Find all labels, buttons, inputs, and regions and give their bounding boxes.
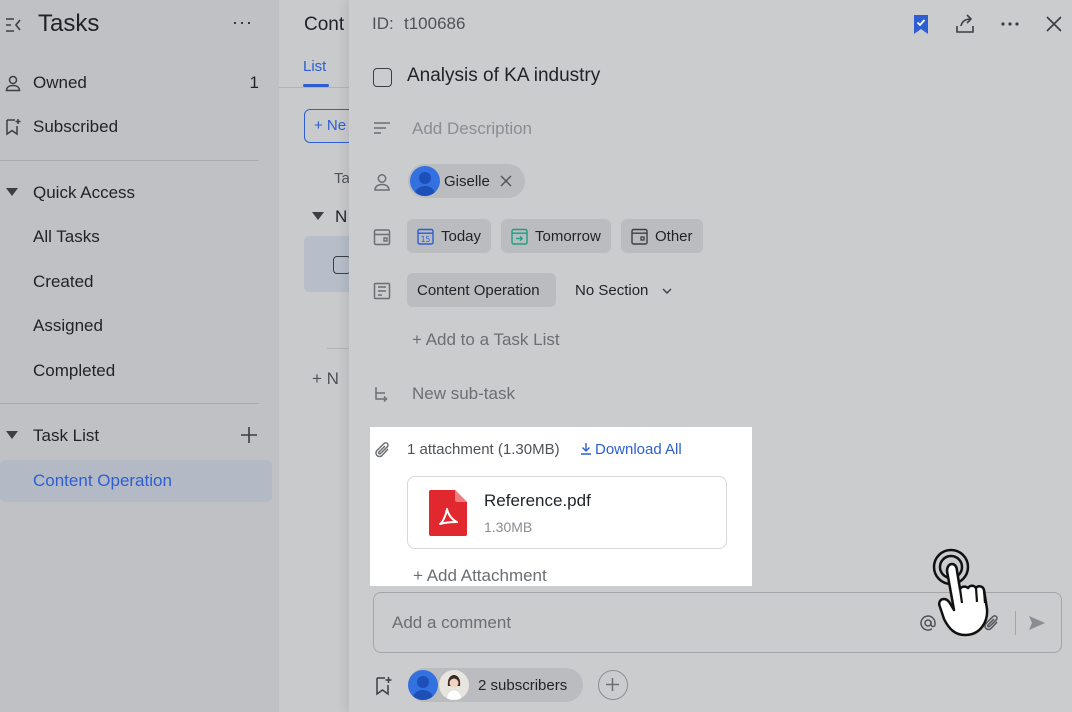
section-select[interactable]: No Section bbox=[575, 282, 648, 299]
sidebar-item-created[interactable]: Created bbox=[0, 262, 272, 302]
attachment-count: 1 attachment (1.30MB) bbox=[407, 441, 560, 458]
task-id: t100686 bbox=[404, 14, 466, 33]
subscribers-count: 2 subscribers bbox=[478, 677, 568, 694]
more-icon[interactable]: ··· bbox=[232, 12, 256, 36]
task-title[interactable]: Analysis of KA industry bbox=[407, 65, 600, 87]
sidebar: Tasks ··· Owned 1 Subscribed Quick Acces… bbox=[0, 0, 279, 712]
date-label: Other bbox=[655, 227, 693, 245]
description-icon bbox=[374, 122, 390, 134]
send-icon[interactable] bbox=[1027, 613, 1047, 633]
divider bbox=[279, 87, 349, 88]
person-icon bbox=[374, 174, 390, 191]
date-tomorrow-button[interactable]: Tomorrow bbox=[501, 219, 611, 253]
description-field[interactable]: Add Description bbox=[412, 119, 532, 139]
attachments-section: 1 attachment (1.30MB) Download All Refer… bbox=[370, 427, 752, 586]
divider bbox=[0, 160, 259, 161]
divider bbox=[327, 348, 349, 349]
close-icon[interactable] bbox=[1042, 12, 1066, 36]
group-label: N bbox=[335, 207, 348, 226]
calendar-next-icon bbox=[511, 228, 528, 245]
avatar bbox=[410, 166, 440, 196]
column-header: Ta bbox=[334, 170, 349, 187]
add-to-tasklist-button[interactable]: + Add to a Task List bbox=[412, 330, 560, 350]
sidebar-item-label: Completed bbox=[33, 361, 116, 380]
date-label: Tomorrow bbox=[535, 227, 601, 245]
section-label: Task List bbox=[33, 426, 100, 445]
sidebar-item-label: Content Operation bbox=[33, 471, 172, 490]
add-icon bbox=[606, 678, 619, 691]
paperclip-icon bbox=[375, 442, 389, 458]
subtask-icon bbox=[375, 387, 388, 403]
avatar bbox=[408, 670, 438, 700]
caret-down-icon[interactable] bbox=[312, 212, 324, 220]
add-subscriber-button[interactable] bbox=[598, 670, 628, 700]
tap-cursor-icon bbox=[932, 548, 989, 637]
download-all-button[interactable]: Download All bbox=[580, 441, 682, 458]
person-icon bbox=[5, 75, 21, 92]
task-list-panel: Cont List + Ne Ta N + N bbox=[279, 0, 349, 712]
complete-checkbox[interactable] bbox=[373, 68, 392, 87]
more-icon[interactable] bbox=[998, 12, 1022, 36]
assignee-chip[interactable]: Giselle bbox=[408, 164, 525, 198]
comment-placeholder: Add a comment bbox=[392, 613, 512, 632]
sidebar-item-completed[interactable]: Completed bbox=[0, 351, 272, 391]
calendar-icon bbox=[373, 229, 391, 246]
add-new-task[interactable]: + N bbox=[312, 369, 339, 389]
pdf-file-icon bbox=[429, 490, 467, 536]
date-other-button[interactable]: Other bbox=[621, 219, 703, 253]
remove-assignee-icon[interactable] bbox=[499, 174, 513, 188]
tab-list[interactable]: List bbox=[303, 58, 326, 75]
section-quick-access[interactable]: Quick Access bbox=[0, 173, 272, 213]
new-subtask-input[interactable]: New sub-task bbox=[412, 384, 515, 404]
sidebar-item-subscribed[interactable]: Subscribed bbox=[0, 107, 272, 147]
sidebar-item-label: Owned bbox=[33, 73, 87, 92]
caret-down-icon bbox=[6, 188, 18, 196]
task-detail-panel: ID: t100686 Analysis of KA industry Add … bbox=[349, 0, 1072, 712]
sidebar-item-label: Assigned bbox=[33, 316, 103, 335]
sidebar-item-all-tasks[interactable]: All Tasks bbox=[0, 217, 272, 257]
collapse-sidebar-icon[interactable] bbox=[4, 15, 24, 35]
tasklist-chip[interactable]: Content Operation bbox=[407, 273, 556, 307]
avatar bbox=[439, 670, 469, 700]
tasklist-icon bbox=[373, 282, 391, 300]
calendar-today-icon: 15 bbox=[417, 228, 434, 245]
bookmark-plus-icon bbox=[6, 119, 21, 136]
sidebar-item-label: All Tasks bbox=[33, 227, 100, 246]
date-label: Today bbox=[441, 227, 482, 245]
date-today-button[interactable]: 15 Today bbox=[407, 219, 492, 253]
chevron-down-icon[interactable] bbox=[661, 285, 673, 297]
sidebar-item-label: Subscribed bbox=[33, 117, 119, 136]
assignee-name: Giselle bbox=[444, 173, 490, 190]
list-title: Cont bbox=[304, 14, 345, 35]
caret-down-icon bbox=[6, 431, 18, 439]
sidebar-title: Tasks bbox=[38, 10, 100, 37]
subscribers-chip[interactable]: 2 subscribers bbox=[408, 668, 583, 702]
id-label: ID: bbox=[372, 14, 394, 33]
section-task-list[interactable]: Task List bbox=[0, 416, 272, 456]
divider bbox=[0, 403, 259, 404]
sidebar-item-content-operation[interactable]: Content Operation bbox=[0, 460, 272, 502]
owned-count: 1 bbox=[249, 73, 259, 92]
sidebar-item-owned[interactable]: Owned 1 bbox=[0, 63, 272, 103]
bookmark-icon[interactable] bbox=[909, 12, 933, 36]
attachment-file-card[interactable]: Reference.pdf 1.30MB bbox=[407, 476, 727, 549]
sidebar-item-label: Created bbox=[33, 272, 94, 291]
new-task-button[interactable]: + Ne bbox=[304, 109, 349, 143]
calendar-icon bbox=[631, 228, 648, 245]
add-icon[interactable] bbox=[240, 426, 258, 444]
sidebar-header: Tasks ··· bbox=[0, 0, 279, 50]
file-name: Reference.pdf bbox=[484, 491, 591, 510]
share-icon[interactable] bbox=[953, 12, 977, 36]
svg-text:15: 15 bbox=[421, 234, 431, 243]
task-checkbox[interactable] bbox=[333, 256, 349, 274]
file-size: 1.30MB bbox=[484, 519, 533, 535]
download-all-label: Download All bbox=[595, 441, 682, 458]
section-label: Quick Access bbox=[33, 183, 136, 202]
add-attachment-button[interactable]: + Add Attachment bbox=[413, 566, 547, 586]
sidebar-item-assigned[interactable]: Assigned bbox=[0, 306, 272, 346]
download-icon bbox=[581, 443, 591, 455]
subscribe-icon[interactable] bbox=[373, 676, 393, 696]
